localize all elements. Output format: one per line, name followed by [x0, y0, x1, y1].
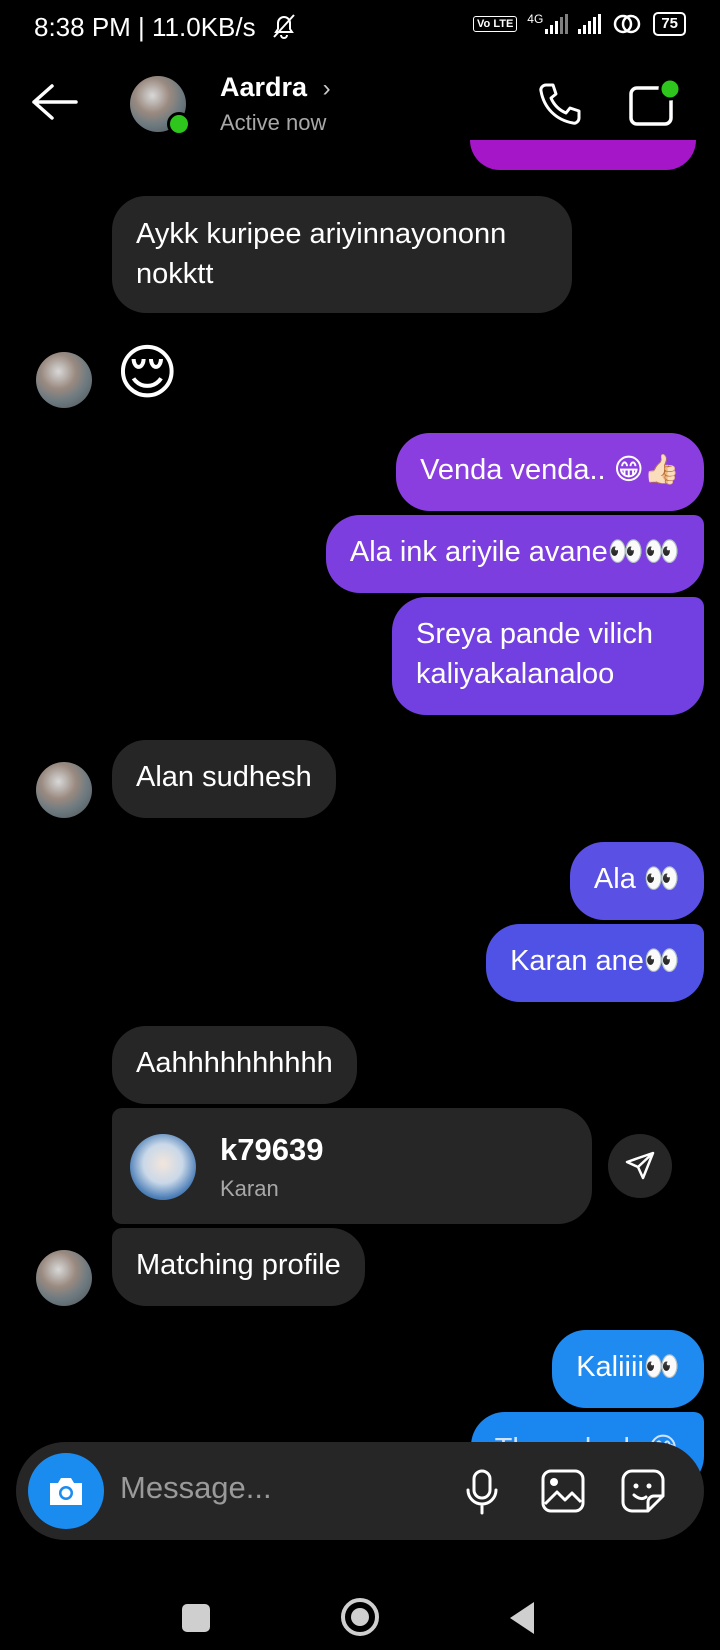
message-bubble-outgoing[interactable]	[470, 140, 696, 170]
send-icon	[625, 1151, 655, 1180]
message-bubble-outgoing[interactable]: Ala 👀	[569, 842, 704, 920]
message-composer: Message...	[16, 1442, 704, 1540]
chevron-right-icon: ›	[322, 75, 331, 102]
bell-muted-icon	[273, 14, 295, 39]
back-button[interactable]	[508, 1600, 536, 1636]
video-call-icon[interactable]	[628, 78, 684, 130]
sender-avatar[interactable]	[36, 352, 92, 408]
back-arrow-icon[interactable]	[30, 82, 78, 122]
call-icon[interactable]	[536, 80, 584, 128]
gallery-icon[interactable]	[540, 1468, 586, 1514]
emoji-message[interactable]: 😌	[116, 338, 179, 408]
profile-username: k79639	[220, 1132, 324, 1167]
profile-avatar	[130, 1134, 196, 1200]
hotspot-icon	[614, 14, 641, 34]
message-bubble-incoming[interactable]: Alan sudhesh	[112, 740, 336, 818]
share-button[interactable]	[608, 1134, 672, 1198]
home-button[interactable]	[341, 1598, 379, 1636]
message-bubble-outgoing[interactable]: Sreya pande vilich kaliyakalanaloo	[392, 597, 704, 715]
signal-icon	[545, 14, 569, 34]
system-nav-bar	[0, 1560, 720, 1650]
contact-status: Active now	[220, 110, 327, 135]
message-bubble-outgoing[interactable]: Ala ink ariyile avane👀👀	[325, 515, 704, 593]
camera-icon	[50, 1478, 82, 1505]
message-bubble-incoming[interactable]: Aykk kuripee ariyinnayononn nokktt	[112, 196, 572, 313]
home-dot-icon	[351, 1608, 369, 1626]
message-input[interactable]: Message...	[120, 1470, 272, 1506]
status-indicators: Vo LTE 4G 75	[473, 12, 686, 36]
message-bubble-incoming[interactable]: Matching profile	[112, 1228, 365, 1306]
sticker-icon[interactable]	[620, 1468, 666, 1514]
message-bubble-incoming[interactable]: Aahhhhhhhhhh	[112, 1026, 357, 1104]
online-indicator	[167, 112, 191, 136]
battery-icon: 75	[653, 12, 686, 36]
volte-icon: Vo LTE	[473, 16, 518, 32]
shared-profile-card[interactable]: k79639 Karan	[112, 1108, 592, 1224]
sender-avatar[interactable]	[36, 1250, 92, 1306]
message-bubble-outgoing[interactable]: Venda venda.. 😁👍🏻	[396, 433, 704, 511]
sender-avatar[interactable]	[36, 762, 92, 818]
network-type: 4G	[527, 12, 544, 26]
signal-icon	[578, 14, 602, 34]
message-bubble-outgoing[interactable]: Karan ane👀	[486, 924, 704, 1002]
status-bar: 8:38 PM | 11.0KB/s Vo LTE 4G 75	[0, 0, 720, 54]
status-time: 8:38 PM | 11.0KB/s	[34, 12, 256, 42]
message-bubble-outgoing[interactable]: Kaliiii👀	[552, 1330, 704, 1408]
camera-button[interactable]	[28, 1453, 104, 1529]
microphone-icon[interactable]	[464, 1468, 500, 1516]
recents-button[interactable]	[182, 1604, 210, 1632]
contact-name[interactable]: Aardra ›	[220, 72, 331, 103]
profile-name: Karan	[220, 1176, 279, 1201]
